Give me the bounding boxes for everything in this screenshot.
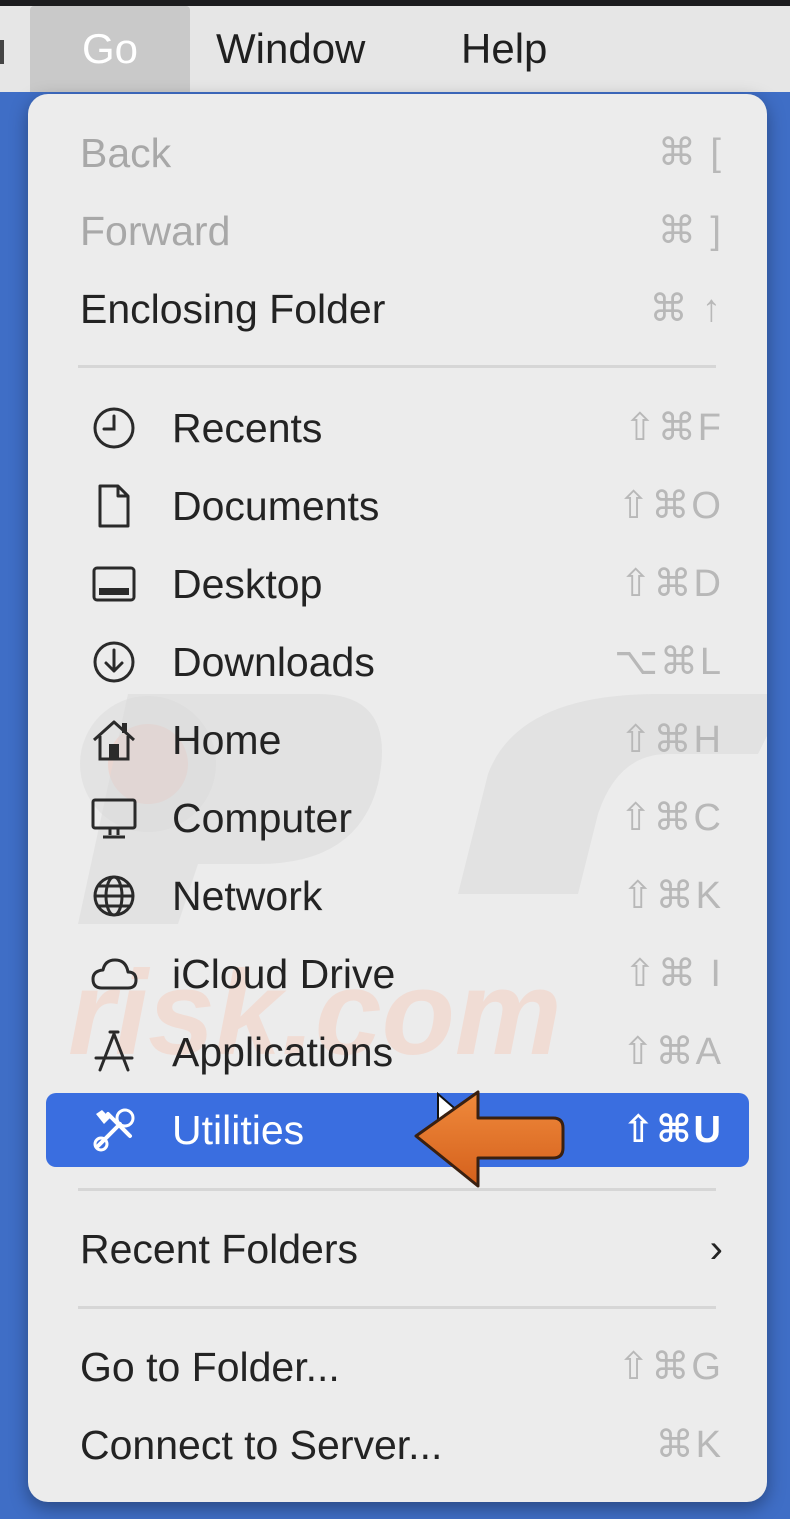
menu-item-applications-shortcut: ⇧⌘A: [621, 1031, 723, 1073]
menu-item-forward-shortcut: ⌘ ]: [657, 210, 723, 252]
menu-go[interactable]: Go: [30, 6, 190, 92]
menu-bar-previous-item-fragment: [0, 40, 4, 64]
menu-item-icloud-drive[interactable]: iCloud Drive ⇧⌘ I: [46, 937, 749, 1011]
menu-item-recents-label: Recents: [172, 405, 323, 451]
menu-item-computer-shortcut: ⇧⌘C: [619, 797, 723, 839]
menu-item-enclosing-folder-shortcut: ⌘ ↑: [649, 288, 723, 330]
menu-item-desktop-label: Desktop: [172, 561, 323, 607]
menu-item-computer-label: Computer: [172, 795, 353, 841]
cloud-icon: [90, 950, 138, 998]
menu-item-forward-label: Forward: [80, 208, 231, 254]
chevron-right-icon: ›: [709, 1227, 723, 1271]
menu-item-icloud-drive-label: iCloud Drive: [172, 951, 396, 997]
menu-item-documents-shortcut: ⇧⌘O: [617, 485, 723, 527]
menu-item-back: Back ⌘ [: [46, 116, 749, 190]
download-icon: [90, 638, 138, 686]
menu-item-recents[interactable]: Recents ⇧⌘F: [46, 391, 749, 465]
document-icon: [90, 482, 138, 530]
menu-item-desktop[interactable]: Desktop ⇧⌘D: [46, 547, 749, 621]
menu-window[interactable]: Window: [210, 6, 371, 92]
menu-item-connect-to-server[interactable]: Connect to Server... ⌘K: [46, 1408, 749, 1482]
menu-item-forward: Forward ⌘ ]: [46, 194, 749, 268]
menu-separator: [78, 1306, 716, 1309]
menu-item-home-shortcut: ⇧⌘H: [619, 719, 723, 761]
menu-item-recent-folders[interactable]: Recent Folders ›: [46, 1212, 749, 1286]
menu-item-downloads-label: Downloads: [172, 639, 375, 685]
menu-item-recent-folders-label: Recent Folders: [80, 1226, 359, 1272]
menu-item-utilities-shortcut: ⇧⌘U: [622, 1109, 723, 1151]
menu-item-applications-label: Applications: [172, 1029, 394, 1075]
menu-item-go-to-folder[interactable]: Go to Folder... ⇧⌘G: [46, 1330, 749, 1404]
menu-item-connect-to-server-label: Connect to Server...: [80, 1422, 443, 1468]
menu-item-utilities-label: Utilities: [172, 1107, 305, 1153]
menu-item-network-shortcut: ⇧⌘K: [621, 875, 723, 917]
menu-item-downloads-shortcut: ⌥⌘L: [614, 641, 723, 683]
menu-item-go-to-folder-shortcut: ⇧⌘G: [617, 1346, 723, 1388]
menu-item-icloud-drive-shortcut: ⇧⌘ I: [624, 953, 723, 995]
menu-item-recents-shortcut: ⇧⌘F: [623, 407, 723, 449]
utilities-icon: [90, 1106, 138, 1154]
menu-item-home[interactable]: Home ⇧⌘H: [46, 703, 749, 777]
menu-item-home-label: Home: [172, 717, 282, 763]
menu-bar: Go Window Help: [0, 6, 790, 92]
menu-item-applications[interactable]: Applications ⇧⌘A: [46, 1015, 749, 1089]
menu-item-downloads[interactable]: Downloads ⌥⌘L: [46, 625, 749, 699]
menu-item-enclosing-folder[interactable]: Enclosing Folder ⌘ ↑: [46, 272, 749, 346]
menu-item-documents-label: Documents: [172, 483, 380, 529]
annotation-arrow-icon: [414, 1090, 565, 1188]
menu-item-enclosing-folder-label: Enclosing Folder: [80, 286, 386, 332]
menu-item-connect-to-server-shortcut: ⌘K: [655, 1424, 723, 1466]
menu-item-back-label: Back: [80, 130, 172, 176]
menu-item-network[interactable]: Network ⇧⌘K: [46, 859, 749, 933]
menu-item-network-label: Network: [172, 873, 323, 919]
menu-item-go-to-folder-label: Go to Folder...: [80, 1344, 340, 1390]
menu-item-computer[interactable]: Computer ⇧⌘C: [46, 781, 749, 855]
applications-icon: [90, 1028, 138, 1076]
menu-item-documents[interactable]: Documents ⇧⌘O: [46, 469, 749, 543]
home-icon: [90, 716, 138, 764]
menu-help[interactable]: Help: [455, 6, 553, 92]
menu-item-desktop-shortcut: ⇧⌘D: [619, 563, 723, 605]
desktop-icon: [90, 560, 138, 608]
computer-icon: [90, 794, 138, 842]
menu-separator: [78, 365, 716, 368]
go-menu-dropdown: risk.com Back ⌘ [ Forward ⌘ ] Enclosing …: [28, 94, 767, 1502]
menu-item-back-shortcut: ⌘ [: [657, 132, 723, 174]
menu-item-utilities[interactable]: Utilities ⇧⌘U: [46, 1093, 749, 1167]
network-icon: [90, 872, 138, 920]
menu-separator: [78, 1188, 716, 1191]
clock-icon: [90, 404, 138, 452]
